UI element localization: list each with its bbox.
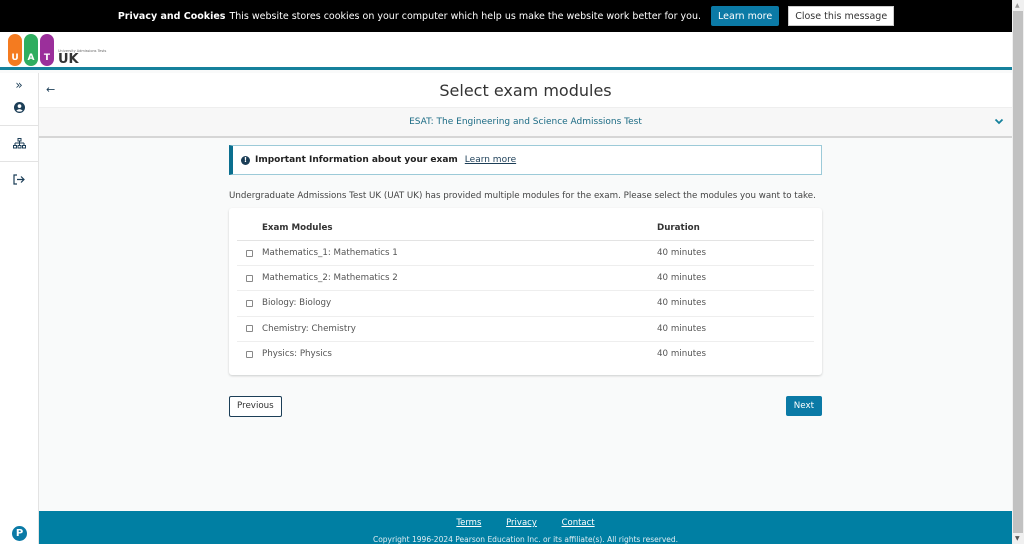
table-row[interactable]: Physics: Physics 40 minutes [237, 342, 814, 367]
info-title: Important Information about your exam [255, 155, 458, 165]
module-name: Biology: Biology [262, 298, 332, 309]
cookie-learn-more-button[interactable]: Learn more [711, 6, 780, 26]
sidebar-item-profile[interactable] [0, 96, 38, 119]
cookie-banner: Privacy and Cookies This website stores … [0, 0, 1012, 32]
sidebar-item-sitemap[interactable] [0, 132, 38, 155]
important-info-banner: ! Important Information about your exam … [229, 145, 822, 175]
previous-button[interactable]: Previous [229, 395, 282, 417]
info-learn-more-link[interactable]: Learn more [465, 155, 516, 165]
logout-icon [13, 174, 25, 185]
chevron-down-icon[interactable] [994, 118, 1004, 125]
sidebar-divider [0, 161, 38, 162]
logo-pill-a: A [24, 34, 38, 66]
site-footer: Terms Privacy Contact Copyright 1996-202… [39, 511, 1012, 544]
modules-table: Exam Modules Duration Mathematics_1: Mat… [229, 208, 822, 375]
module-name: Physics: Physics [262, 349, 332, 360]
expand-sidebar-button[interactable]: » [0, 73, 38, 96]
user-circle-icon [13, 102, 25, 113]
module-name: Chemistry: Chemistry [262, 323, 356, 334]
module-checkbox[interactable] [246, 350, 253, 358]
module-duration: 40 minutes [657, 248, 706, 259]
module-duration: 40 minutes [657, 349, 706, 360]
next-button[interactable]: Next [785, 395, 822, 416]
main-content: ← Select exam modules ESAT: The Engineer… [39, 73, 1012, 511]
table-row[interactable]: Biology: Biology 40 minutes [237, 291, 814, 317]
footer-link-contact[interactable]: Contact [562, 518, 595, 528]
sidebar-item-logout[interactable] [0, 168, 38, 191]
logo-pill-t: T [40, 34, 54, 66]
module-checkbox[interactable] [246, 274, 253, 282]
header-exam-modules: Exam Modules [262, 223, 333, 233]
table-header: Exam Modules Duration [237, 216, 814, 241]
scroll-down-arrow-icon[interactable]: ▼ [1015, 535, 1020, 542]
site-header: U A T University Admissions Tests UK [0, 32, 1012, 70]
logo-text: University Admissions Tests UK [58, 49, 106, 66]
module-name: Mathematics_2: Mathematics 2 [262, 273, 398, 284]
pearson-logo: P [0, 522, 39, 544]
table-row[interactable]: Chemistry: Chemistry 40 minutes [237, 317, 814, 342]
header-duration: Duration [657, 223, 700, 233]
copyright-text: Copyright 1996-2024 Pearson Education In… [372, 535, 679, 544]
instructions-text: Undergraduate Admissions Test UK (UAT UK… [229, 191, 816, 201]
back-arrow-icon[interactable]: ← [46, 83, 55, 96]
exam-name: ESAT: The Engineering and Science Admiss… [409, 117, 642, 127]
module-duration: 40 minutes [657, 273, 706, 284]
footer-link-terms[interactable]: Terms [456, 518, 481, 528]
sitemap-icon [12, 138, 26, 149]
cookie-close-button[interactable]: Close this message [788, 6, 895, 26]
cookie-message: This website stores cookies on your comp… [229, 10, 702, 22]
uat-uk-logo[interactable]: U A T University Admissions Tests UK [8, 34, 106, 66]
module-duration: 40 minutes [657, 323, 706, 334]
title-bar: ← Select exam modules [39, 73, 1012, 107]
form-actions: Previous Next [229, 395, 822, 417]
logo-uk-text: UK [58, 52, 79, 67]
left-sidebar: » P [0, 73, 39, 544]
module-name: Mathematics_1: Mathematics 1 [262, 248, 398, 259]
sidebar-divider [0, 125, 38, 126]
footer-links: Terms Privacy Contact [39, 511, 1012, 528]
exam-accordion[interactable]: ESAT: The Engineering and Science Admiss… [39, 107, 1012, 138]
module-duration: 40 minutes [657, 298, 706, 309]
module-checkbox[interactable] [246, 299, 253, 307]
module-checkbox[interactable] [246, 325, 253, 333]
logo-pill-u: U [8, 34, 22, 66]
scrollbar-thumb[interactable] [1013, 11, 1023, 533]
footer-link-privacy[interactable]: Privacy [506, 518, 537, 528]
page-scrollbar[interactable]: ▲ ▼ [1012, 0, 1024, 544]
info-exclamation-icon: ! [241, 155, 250, 165]
module-selection: ! Important Information about your exam … [229, 145, 822, 417]
table-row[interactable]: Mathematics_2: Mathematics 2 40 minutes [237, 266, 814, 292]
double-chevron-right-icon: » [15, 77, 23, 92]
pearson-p-icon: P [12, 525, 27, 541]
table-row[interactable]: Mathematics_1: Mathematics 1 40 minutes [237, 241, 814, 267]
cookie-title: Privacy and Cookies [117, 10, 226, 22]
scroll-up-arrow-icon[interactable]: ▲ [1015, 2, 1020, 9]
module-checkbox[interactable] [246, 249, 253, 257]
page-title: Select exam modules [439, 80, 612, 100]
